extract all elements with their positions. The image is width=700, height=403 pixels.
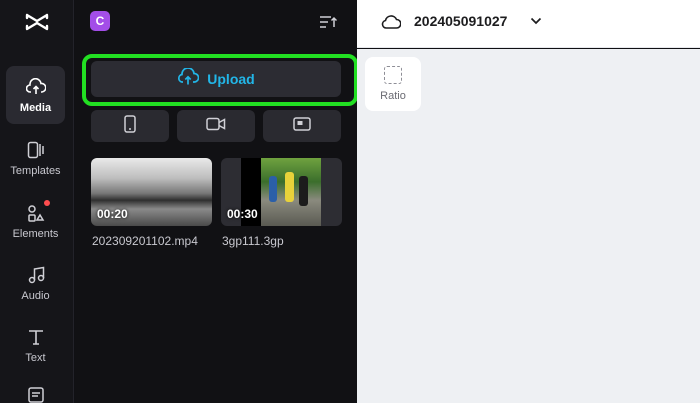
space-badge[interactable]: C [90,11,110,31]
text-icon [25,326,47,348]
project-name[interactable]: 202405091027 [414,13,507,29]
upload-button[interactable]: Upload [91,61,341,97]
duration-label: 00:20 [97,207,128,221]
ratio-button[interactable]: Ratio [365,57,421,111]
nav-item-audio[interactable]: Audio [6,254,65,312]
phone-icon [124,114,136,138]
camera-icon [206,117,226,136]
canvas-area[interactable]: Ratio [357,49,700,403]
media-thumbnail[interactable]: 00:30 [221,158,342,226]
header-bar: 202405091027 [357,0,700,48]
elements-icon [25,200,50,224]
upload-label: Upload [207,71,255,87]
cloud-icon[interactable] [381,12,401,32]
nav-item-media[interactable]: Media [6,66,65,124]
media-thumbnail[interactable]: 00:20 [91,158,212,226]
screen-icon [293,116,311,136]
media-panel: C Upload 00:20 00:30 202309201102.mp4 3g… [75,0,358,403]
nav-label-media: Media [19,102,52,114]
nav-label-templates: Templates [10,165,61,177]
capcut-logo-icon[interactable] [22,10,52,34]
nav-item-captions[interactable] [6,380,65,403]
music-note-icon [25,264,47,286]
camera-format-button[interactable] [177,110,255,142]
ratio-label: Ratio [380,90,406,102]
cloud-upload-icon [25,76,47,98]
nav-item-elements[interactable]: Elements [6,192,65,250]
captions-icon [25,384,47,403]
screen-format-button[interactable] [263,110,341,142]
templates-icon [25,139,47,161]
ratio-icon [384,66,402,84]
nav-label-audio: Audio [21,290,50,302]
media-filename: 202309201102.mp4 [92,234,198,248]
video-frame [261,158,321,226]
nav-item-templates[interactable]: Templates [6,129,65,187]
cloud-upload-icon [177,66,200,91]
duration-label: 00:30 [227,207,258,221]
nav-item-text[interactable]: Text [6,316,65,374]
nav-label-elements: Elements [12,228,59,240]
notification-dot [43,200,50,206]
chevron-down-icon[interactable] [529,14,543,28]
phone-format-button[interactable] [91,110,169,142]
nav-label-text: Text [25,352,46,364]
nav-rail: Media Templates Elements Audio Text [0,0,74,403]
sort-icon[interactable] [318,12,338,32]
media-filename: 3gp111.3gp [222,234,284,248]
